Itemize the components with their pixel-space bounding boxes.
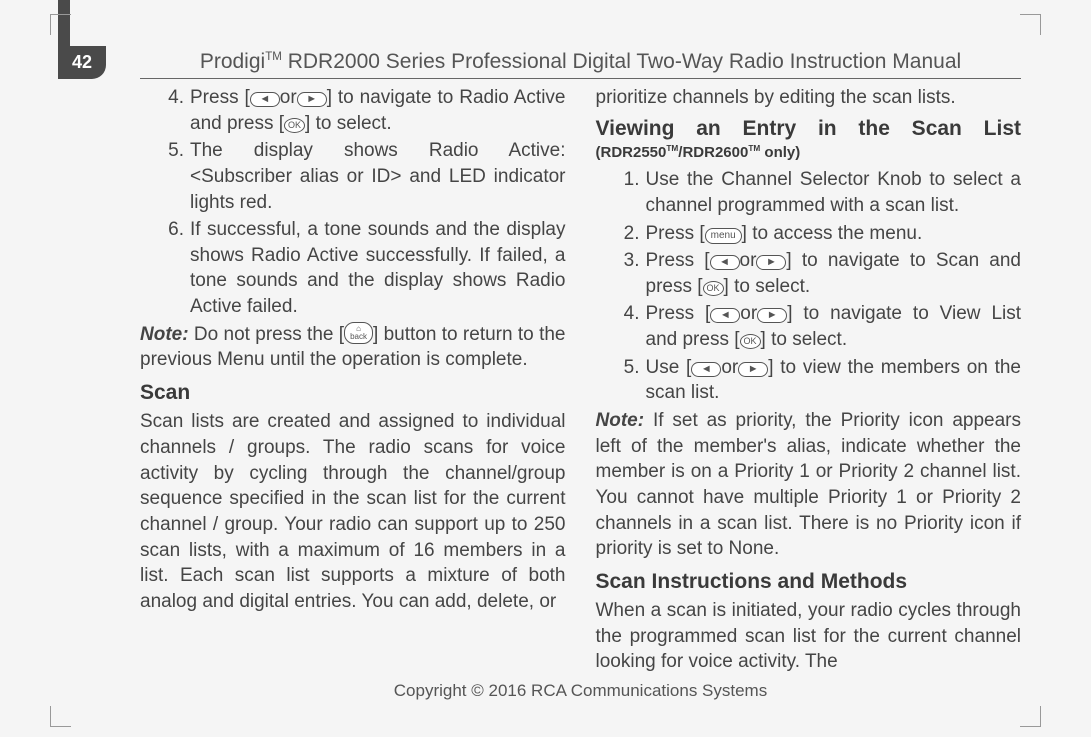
section-subheading: (RDR2550TM/RDR2600TM only)	[596, 143, 1022, 163]
body-text: The display shows Radio Active: <Subscri…	[190, 138, 566, 215]
body-text: If successful, a tone sounds and the dis…	[190, 217, 566, 320]
left-arrow-icon: ◄	[710, 308, 740, 323]
body-text: or	[740, 303, 757, 324]
note-paragraph: Note: Do not press the [⌂back] button to…	[140, 322, 566, 373]
list-item: 2. Press [menu] to access the menu.	[614, 221, 1022, 247]
page-number: 42	[58, 46, 106, 79]
brand-name: Prodigi	[200, 50, 265, 73]
menu-icon: menu	[705, 228, 742, 244]
page-title: ProdigiTM RDR2000 Series Professional Di…	[140, 50, 1021, 79]
left-column: 4. Press [◄or►] to navigate to Radio Act…	[140, 85, 566, 675]
ok-icon: OK	[703, 281, 724, 296]
body-text: Scan lists are created and assigned to i…	[140, 409, 566, 614]
list-number: 2.	[614, 221, 646, 247]
left-arrow-icon: ◄	[250, 92, 280, 107]
body-text: Use [	[646, 357, 692, 378]
copyright-footer: Copyright © 2016 RCA Communications Syst…	[140, 681, 1021, 701]
body-text: Press [	[646, 223, 705, 244]
note-label: Note:	[140, 324, 189, 345]
crop-mark	[50, 706, 71, 727]
tm-mark: TM	[265, 51, 282, 63]
right-arrow-icon: ►	[756, 255, 786, 270]
body-text: or	[740, 250, 757, 271]
list-item: 6. If successful, a tone sounds and the …	[158, 217, 566, 320]
tm-mark: TM	[666, 144, 678, 153]
note-paragraph: Note: If set as priority, the Priority i…	[596, 408, 1022, 562]
list-item: 3. Press [◄or►] to navigate to Scan and …	[614, 248, 1022, 299]
list-item: 1. Use the Channel Selector Knob to sele…	[614, 167, 1022, 218]
body-text: or	[280, 87, 297, 108]
body-text: Do not press the [	[189, 324, 345, 345]
body-text: ] to select.	[305, 113, 392, 134]
body-text: prioritize channels by editing the scan …	[596, 85, 1022, 111]
body-text: Press [	[646, 250, 710, 271]
list-item: 4. Press [◄or►] to navigate to Radio Act…	[158, 85, 566, 136]
list-item: 5. The display shows Radio Active: <Subs…	[158, 138, 566, 215]
right-arrow-icon: ►	[297, 92, 327, 107]
list-number: 5.	[158, 138, 190, 215]
list-number: 5.	[614, 355, 646, 406]
body-text: ] to access the menu.	[742, 223, 923, 244]
list-number: 1.	[614, 167, 646, 218]
ok-icon: OK	[284, 118, 305, 133]
left-arrow-icon: ◄	[691, 362, 721, 377]
section-heading-viewing: Viewing an Entry in the Scan List	[596, 115, 1022, 143]
crop-mark	[1020, 706, 1041, 727]
body-text: Use the Channel Selector Knob to select …	[646, 167, 1022, 218]
body-text: ] to select.	[761, 329, 848, 350]
right-arrow-icon: ►	[738, 362, 768, 377]
list-number: 4.	[158, 85, 190, 136]
left-arrow-icon: ◄	[710, 255, 740, 270]
note-label: Note:	[596, 410, 645, 431]
body-text: When a scan is initiated, your radio cyc…	[596, 598, 1022, 675]
list-number: 3.	[614, 248, 646, 299]
back-icon: ⌂back	[344, 322, 373, 344]
list-item: 4. Press [◄or►] to navigate to View List…	[614, 301, 1022, 352]
crop-mark	[1020, 14, 1041, 35]
body-text: ] to select.	[724, 276, 811, 297]
ok-icon: OK	[740, 334, 761, 349]
crop-mark	[50, 14, 71, 35]
right-arrow-icon: ►	[757, 308, 787, 323]
right-column: prioritize channels by editing the scan …	[596, 85, 1022, 675]
tm-mark: TM	[748, 144, 760, 153]
body-text: Press [	[190, 87, 250, 108]
title-rest: RDR2000 Series Professional Digital Two-…	[282, 50, 961, 73]
section-heading-scan-instructions: Scan Instructions and Methods	[596, 568, 1022, 596]
list-item: 5. Use [◄or►] to view the members on the…	[614, 355, 1022, 406]
list-number: 6.	[158, 217, 190, 320]
body-text: or	[721, 357, 738, 378]
section-heading-scan: Scan	[140, 379, 566, 407]
body-text: If set as priority, the Priority icon ap…	[596, 410, 1022, 559]
body-text: Press [	[646, 303, 711, 324]
list-number: 4.	[614, 301, 646, 352]
